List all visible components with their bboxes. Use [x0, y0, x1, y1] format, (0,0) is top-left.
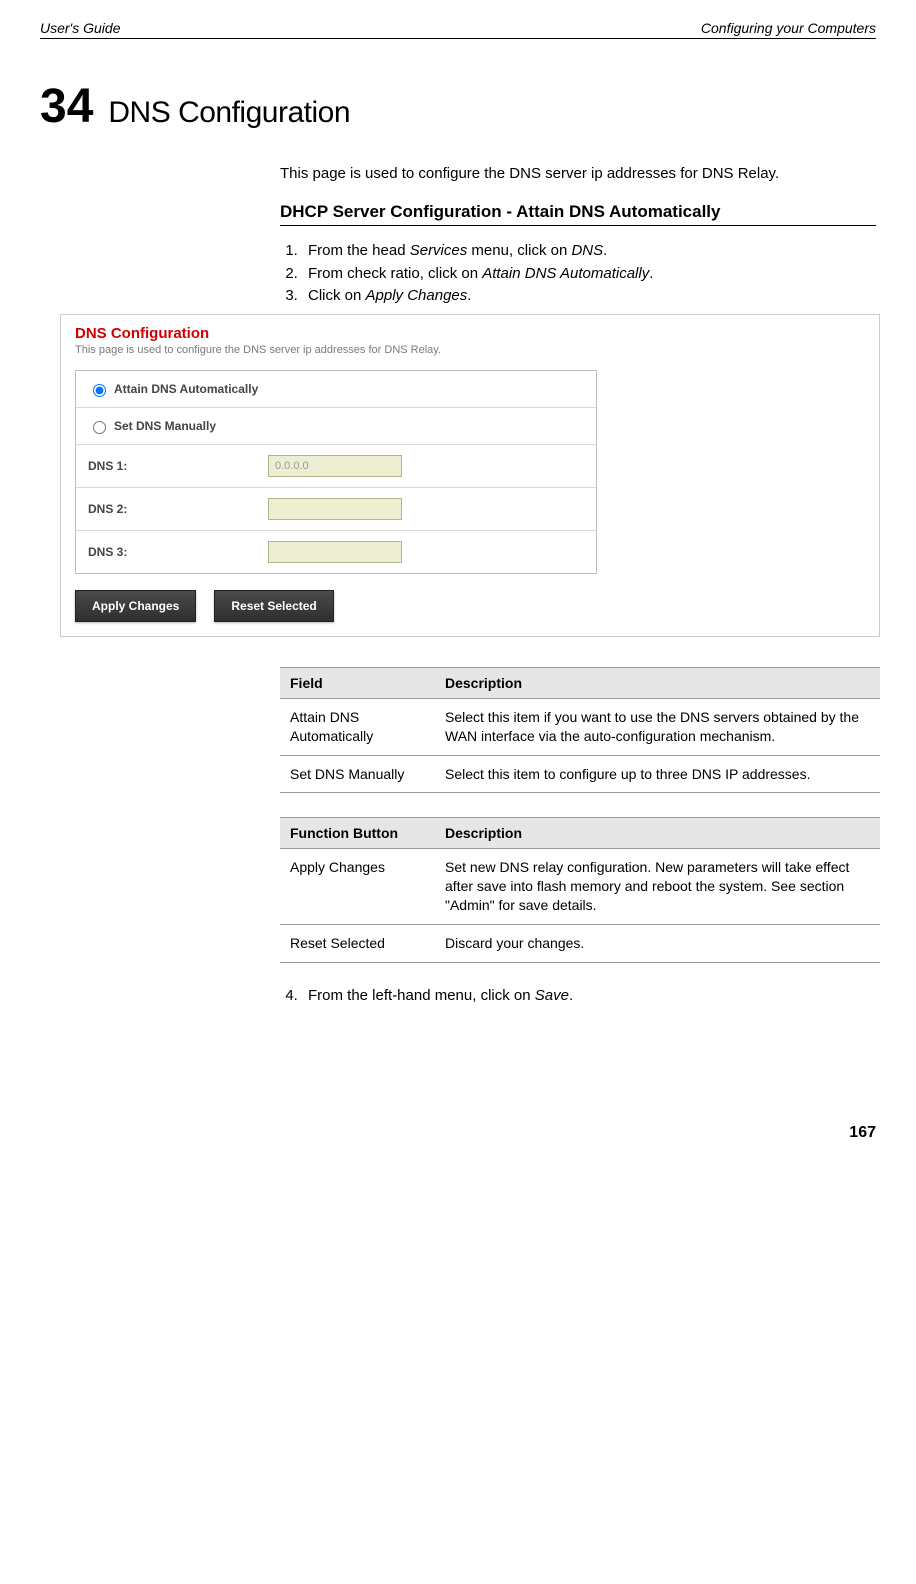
dns2-label: DNS 2:: [88, 502, 268, 516]
radio-attain-auto[interactable]: [93, 384, 106, 397]
chapter-heading: DNS Configuration: [108, 96, 350, 130]
table1-header-field: Field: [280, 667, 435, 698]
ss-subtitle: This page is used to configure the DNS s…: [75, 344, 865, 356]
table-row: Apply Changes Set new DNS relay configur…: [280, 849, 880, 925]
radio-row-manual: Set DNS Manually: [76, 408, 596, 445]
header-left: User's Guide: [40, 20, 120, 36]
table-row: Set DNS Manually Select this item to con…: [280, 755, 880, 793]
dns3-row: DNS 3:: [76, 531, 596, 573]
section-heading: DHCP Server Configuration - Attain DNS A…: [280, 202, 876, 226]
running-header: User's Guide Configuring your Computers: [40, 20, 876, 39]
header-right: Configuring your Computers: [701, 20, 876, 36]
step-3: Click on Apply Changes.: [302, 285, 876, 308]
dns1-label: DNS 1:: [88, 459, 268, 473]
table2-header-desc: Description: [435, 818, 880, 849]
dns1-input[interactable]: [268, 455, 402, 477]
table-row: Reset Selected Discard your changes.: [280, 925, 880, 963]
button-bar: Apply Changes Reset Selected: [75, 590, 865, 622]
table-row: Attain DNS Automatically Select this ite…: [280, 698, 880, 755]
radio-auto-label: Attain DNS Automatically: [114, 382, 258, 396]
dns3-input[interactable]: [268, 541, 402, 563]
options-box: Attain DNS Automatically Set DNS Manuall…: [75, 370, 597, 574]
ss-title: DNS Configuration: [75, 325, 865, 342]
apply-changes-button[interactable]: Apply Changes: [75, 590, 196, 622]
step-2: From check ratio, click on Attain DNS Au…: [302, 263, 876, 286]
reset-selected-button[interactable]: Reset Selected: [214, 590, 333, 622]
chapter-title: 34 DNS Configuration: [40, 79, 876, 134]
embedded-screenshot: DNS Configuration This page is used to c…: [60, 314, 880, 637]
dns2-input[interactable]: [268, 498, 402, 520]
table1-header-desc: Description: [435, 667, 880, 698]
dns2-row: DNS 2:: [76, 488, 596, 531]
steps-list: From the head Services menu, click on DN…: [280, 240, 876, 308]
page-number: 167: [40, 1124, 876, 1142]
chapter-number: 34: [40, 79, 93, 134]
table2-header-field: Function Button: [280, 818, 435, 849]
intro-paragraph: This page is used to configure the DNS s…: [280, 164, 876, 184]
dns3-label: DNS 3:: [88, 545, 268, 559]
function-button-table: Function Button Description Apply Change…: [280, 817, 880, 963]
radio-manual-label: Set DNS Manually: [114, 419, 216, 433]
step-4-block: From the left-hand menu, click on Save.: [280, 987, 876, 1004]
radio-set-manual[interactable]: [93, 421, 106, 434]
radio-row-auto: Attain DNS Automatically: [76, 371, 596, 408]
dns1-row: DNS 1:: [76, 445, 596, 488]
step-1: From the head Services menu, click on DN…: [302, 240, 876, 263]
step-4: From the left-hand menu, click on Save.: [302, 987, 876, 1004]
field-description-table: Field Description Attain DNS Automatical…: [280, 667, 880, 794]
